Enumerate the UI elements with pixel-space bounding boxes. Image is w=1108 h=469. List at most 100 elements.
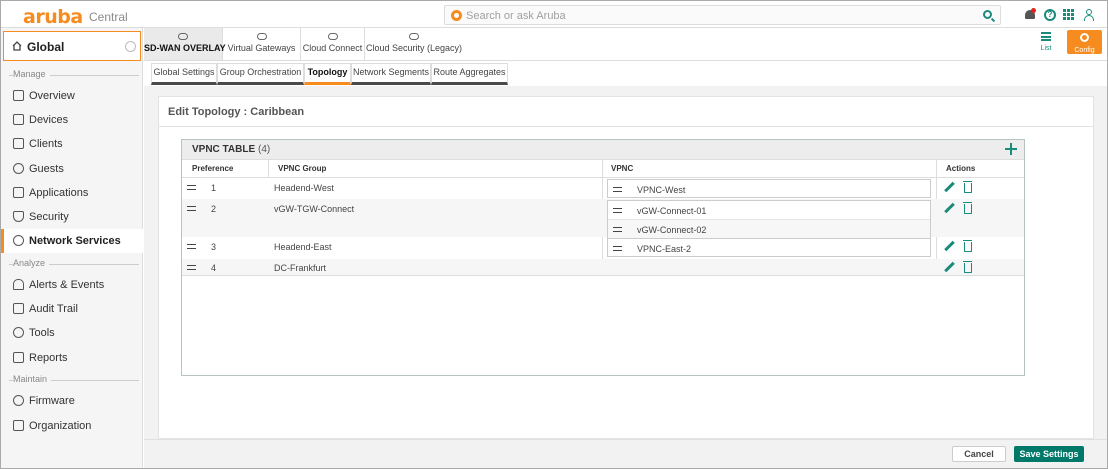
overview-icon <box>13 90 24 101</box>
column-header-vpnc-group: VPNC Group <box>278 164 327 173</box>
table-divider <box>182 159 1024 160</box>
drag-handle-icon[interactable] <box>187 244 196 249</box>
shield-icon <box>13 211 24 222</box>
drag-handle-icon[interactable] <box>187 206 196 211</box>
cloud-icon <box>327 33 338 40</box>
network-services-icon <box>13 235 24 246</box>
vpnc-item[interactable]: vGW-Connect-02 <box>608 219 930 238</box>
aruba-logo[interactable]: aruba <box>23 6 83 28</box>
help-icon[interactable]: ? <box>1044 9 1056 21</box>
sidebar-item-tools[interactable]: Tools <box>1 321 143 345</box>
section-analyze: Analyze <box>9 258 139 270</box>
config-view-button[interactable]: Config <box>1067 30 1102 54</box>
column-header-vpnc: VPNC <box>611 164 634 173</box>
search-input[interactable]: Search or ask Aruba <box>466 10 566 22</box>
delete-trash-icon[interactable] <box>963 202 972 214</box>
vpnc-item[interactable]: vGW-Connect-01 <box>608 201 930 220</box>
cancel-button[interactable]: Cancel <box>952 446 1006 462</box>
tab-cloud-security-legacy[interactable]: Cloud Security (Legacy) <box>365 28 463 60</box>
row-preference: 1 <box>211 183 217 193</box>
user-profile-icon[interactable] <box>1083 9 1095 21</box>
drag-handle-icon[interactable] <box>613 246 622 251</box>
vpnc-list: vGW-Connect-01 vGW-Connect-02 <box>607 200 931 238</box>
bell-icon <box>13 279 24 290</box>
save-settings-button[interactable]: Save Settings <box>1014 446 1084 462</box>
guests-icon <box>13 163 24 174</box>
vpnc-list: VPNC-East-2 <box>607 238 931 257</box>
row-vpnc-group: Headend-East <box>274 242 332 252</box>
column-header-preference: Preference <box>192 164 234 173</box>
search-icon[interactable] <box>983 10 992 19</box>
sidebar-item-reports[interactable]: Reports <box>1 346 143 370</box>
edit-pencil-icon[interactable] <box>944 203 954 213</box>
sidebar-item-alerts-events[interactable]: Alerts & Events <box>1 273 143 297</box>
firmware-icon <box>13 395 24 406</box>
vpnc-list: VPNC-West <box>607 179 931 198</box>
apps-grid-icon[interactable] <box>1063 9 1075 21</box>
sidebar-item-firmware[interactable]: Firmware <box>1 389 143 413</box>
row-vpnc-group: DC-Frankfurt <box>274 263 327 273</box>
devices-icon <box>13 114 24 125</box>
reports-icon <box>13 352 24 363</box>
cloud-icon <box>256 33 267 40</box>
subtab-group-orchestration[interactable]: Group Orchestration <box>217 63 304 85</box>
row-vpnc-group: vGW-TGW-Connect <box>274 204 355 214</box>
subtab-network-segments[interactable]: Network Segments <box>351 63 431 85</box>
delete-trash-icon[interactable] <box>963 261 972 273</box>
sidebar-item-guests[interactable]: Guests <box>1 157 143 181</box>
organization-icon <box>13 420 24 431</box>
list-icon <box>1041 32 1051 41</box>
edit-pencil-icon[interactable] <box>944 182 954 192</box>
gear-icon <box>1080 33 1089 42</box>
panel-title: Edit Topology : Caribbean <box>168 106 305 118</box>
tab-virtual-gateways[interactable]: Virtual Gateways <box>223 28 301 60</box>
add-vpnc-plus-icon[interactable] <box>1005 143 1017 155</box>
drag-handle-icon[interactable] <box>613 187 622 192</box>
row-preference: 2 <box>211 204 217 214</box>
sidebar-item-audit-trail[interactable]: Audit Trail <box>1 297 143 321</box>
top-bar: aruba Central Search or ask Aruba ? <box>1 1 1107 28</box>
delete-trash-icon[interactable] <box>963 181 972 193</box>
drag-handle-icon[interactable] <box>187 185 196 190</box>
scope-selector[interactable]: Global <box>3 31 141 61</box>
subtab-route-aggregates[interactable]: Route Aggregates <box>431 63 508 85</box>
drag-handle-icon[interactable] <box>187 265 196 270</box>
edit-pencil-icon[interactable] <box>944 241 954 251</box>
sidebar-item-organization[interactable]: Organization <box>1 414 143 438</box>
sidebar-item-overview[interactable]: Overview <box>1 84 143 108</box>
delete-trash-icon[interactable] <box>963 240 972 252</box>
cloud-icon <box>409 33 419 40</box>
tab-cloud-connect[interactable]: Cloud Connect <box>301 28 365 60</box>
search-box[interactable]: Search or ask Aruba <box>444 5 1001 25</box>
tab-sd-wan-overlay[interactable]: SD-WAN OVERLAY <box>144 28 226 60</box>
sd-wan-icon <box>178 33 188 40</box>
tools-icon <box>13 327 24 338</box>
edit-pencil-icon[interactable] <box>944 262 954 272</box>
row-preference: 4 <box>211 263 217 273</box>
notification-dot <box>1031 8 1036 13</box>
drag-handle-icon[interactable] <box>613 227 622 232</box>
sidebar-item-security[interactable]: Security <box>1 205 143 229</box>
home-icon <box>12 41 22 51</box>
table-divider <box>182 275 1024 276</box>
audit-icon <box>13 303 24 314</box>
sidebar-item-applications[interactable]: Applications <box>1 181 143 205</box>
scope-circle-icon <box>125 41 136 52</box>
drag-handle-icon[interactable] <box>613 208 622 213</box>
vpnc-table-count: (4) <box>258 144 271 155</box>
list-view-button[interactable]: List <box>1037 32 1055 53</box>
notifications-bell-icon[interactable] <box>1024 8 1036 21</box>
subtab-global-settings[interactable]: Global Settings <box>151 63 217 85</box>
row-preference: 3 <box>211 242 217 252</box>
vpnc-table-title: VPNC TABLE <box>192 144 256 155</box>
product-name: Central <box>89 10 128 24</box>
scope-label: Global <box>27 40 65 54</box>
vpnc-item[interactable]: VPNC-West <box>608 180 930 199</box>
subtab-topology[interactable]: Topology <box>304 63 351 85</box>
vpnc-item[interactable]: VPNC-East-2 <box>608 239 930 258</box>
sidebar-item-devices[interactable]: Devices <box>1 108 143 132</box>
app-window: aruba Central Search or ask Aruba ? Glob… <box>0 0 1108 469</box>
sidebar-item-network-services[interactable]: Network Services <box>1 229 143 253</box>
column-header-actions: Actions <box>946 164 976 173</box>
sidebar-item-clients[interactable]: Clients <box>1 132 143 156</box>
